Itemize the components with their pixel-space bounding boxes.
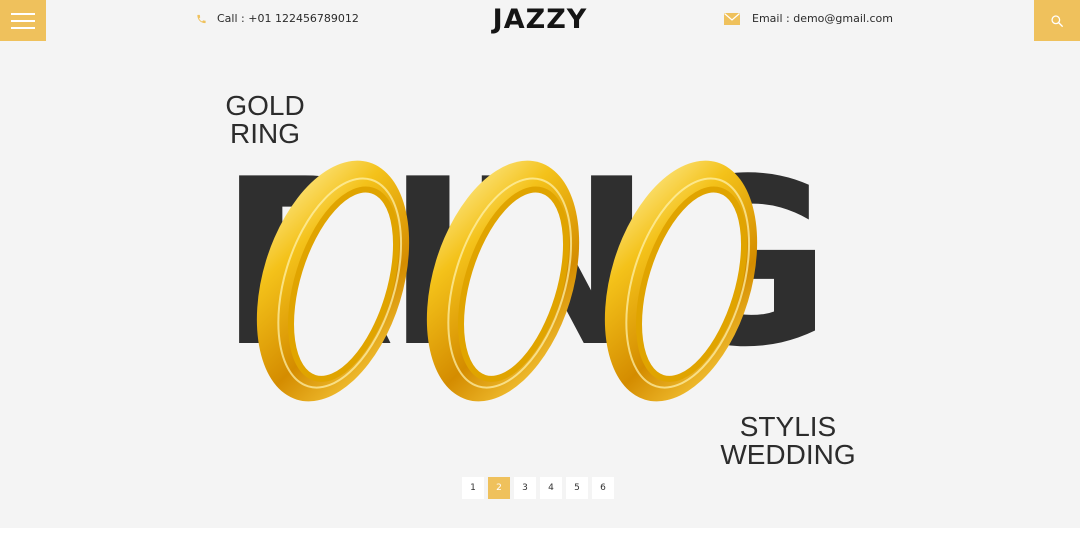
email-info: Email : demo@gmail.com [724, 12, 893, 25]
page-button-1[interactable]: 1 [462, 477, 484, 499]
caption-bottom-line2: WEDDING [720, 439, 856, 470]
caption-top-line1: GOLD [225, 90, 305, 121]
page-button-2[interactable]: 2 [488, 477, 510, 499]
site-logo[interactable]: JAZZY [0, 4, 1080, 35]
gold-ring-image [426, 160, 580, 402]
page-button-6[interactable]: 6 [592, 477, 614, 499]
hero-caption-top: GOLD RING [200, 92, 330, 148]
slider-pagination: 1 2 3 4 5 6 [462, 477, 614, 499]
envelope-icon [724, 12, 740, 25]
gold-ring-image [604, 160, 758, 402]
gold-ring-image [256, 160, 410, 402]
search-button[interactable] [1034, 0, 1080, 41]
hero-caption-bottom: STYLIS WEDDING [708, 413, 868, 469]
email-text: Email : demo@gmail.com [752, 12, 893, 25]
page-button-3[interactable]: 3 [514, 477, 536, 499]
search-icon [1051, 14, 1063, 27]
caption-top-line2: RING [230, 118, 300, 149]
hero-page: Call : +01 122456789012 JAZZY Email : de… [0, 0, 1080, 528]
page-button-4[interactable]: 4 [540, 477, 562, 499]
caption-bottom-line1: STYLIS [739, 411, 837, 442]
page-button-5[interactable]: 5 [566, 477, 588, 499]
